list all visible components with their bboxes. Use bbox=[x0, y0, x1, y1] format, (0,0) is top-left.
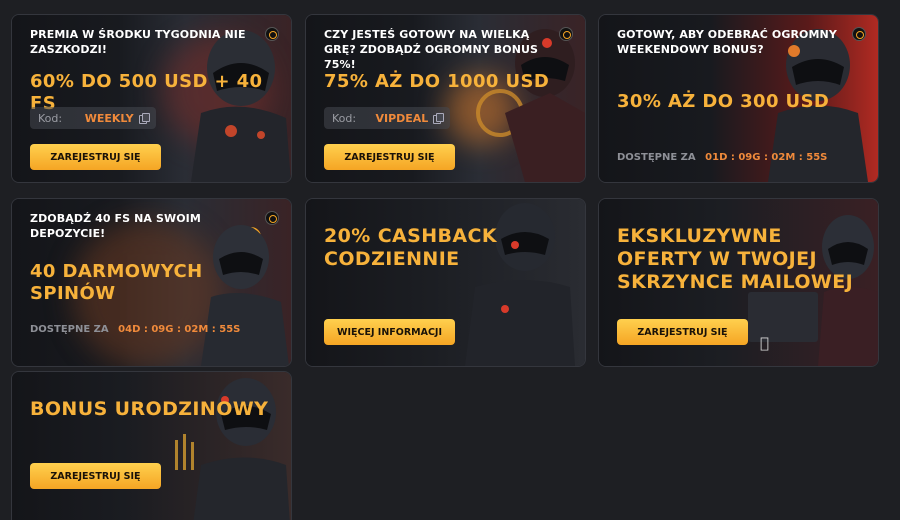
register-button[interactable]: ZAREJESTRUJ SIĘ bbox=[30, 144, 161, 170]
countdown-value: 04D : 09G : 02M : 55S bbox=[118, 324, 241, 335]
promo-card-vipdeal: CZY JESTEŚ GOTOWY NA WIELKĄ GRĘ? ZDOBĄDŹ… bbox=[305, 14, 586, 183]
promo-card-cashback: 20% CASHBACK CODZIENNIE WIĘCEJ INFORMACJ… bbox=[305, 198, 586, 367]
register-button[interactable]: ZAREJESTRUJ SIĘ bbox=[324, 144, 455, 170]
countdown-value: 01D : 09G : 02M : 55S bbox=[705, 152, 828, 163]
countdown-timer: DOSTĘPNE ZA 01D : 09G : 02M : 55S bbox=[617, 152, 827, 163]
robot-figure-illustration bbox=[465, 203, 575, 366]
countdown-label: DOSTĘPNE ZA bbox=[30, 324, 109, 335]
promo-code: VIPDEAL bbox=[375, 111, 429, 125]
card-offer-title: BONUS URODZINOWY bbox=[30, 398, 269, 420]
countdown-timer: DOSTĘPNE ZA 04D : 09G : 02M : 55S bbox=[30, 324, 240, 335]
copy-icon[interactable] bbox=[433, 113, 444, 124]
promo-code-box[interactable]: Kod: WEEKLY bbox=[30, 107, 156, 129]
copy-icon[interactable] bbox=[138, 113, 151, 124]
promo-code: WEEKLY bbox=[84, 111, 134, 125]
apple-icon:  bbox=[760, 334, 774, 352]
card-offer-title: 30% AŻ DO 300 USD bbox=[617, 91, 830, 112]
card-subtitle: CZY JESTEŚ GOTOWY NA WIELKĄ GRĘ? ZDOBĄDŹ… bbox=[324, 28, 539, 71]
countdown-label: DOSTĘPNE ZA bbox=[617, 152, 696, 163]
card-offer-title: 40 DARMOWYCH SPINÓW bbox=[30, 261, 203, 304]
register-button[interactable]: ZAREJESTRUJ SIĘ bbox=[617, 319, 748, 345]
more-info-button[interactable]: WIĘCEJ INFORMACJI bbox=[324, 319, 455, 345]
card-offer-title: 20% CASHBACK CODZIENNIE bbox=[324, 225, 497, 270]
register-button[interactable]: ZAREJESTRUJ SIĘ bbox=[30, 463, 161, 489]
promo-card-birthday: BONUS URODZINOWY ZAREJESTRUJ SIĘ bbox=[11, 371, 292, 520]
promo-card-free-spins: ZDOBĄDŹ 40 FS NA SWOIM DEPOZYCIE! 40 DAR… bbox=[11, 198, 292, 367]
robot-figure-illustration bbox=[175, 378, 290, 520]
card-offer-title: 75% AŻ DO 1000 USD bbox=[324, 71, 550, 92]
code-label: Kod: bbox=[332, 111, 357, 125]
promo-card-weekend: GOTOWY, ABY ODEBRAĆ OGROMNY WEEKENDOWY B… bbox=[598, 14, 879, 183]
promo-code-box[interactable]: Kod: VIPDEAL bbox=[324, 107, 450, 129]
card-subtitle: PREMIA W ŚRODKU TYGODNIA NIE ZASZKODZI! bbox=[30, 28, 246, 56]
code-label: Kod: bbox=[38, 111, 63, 125]
card-subtitle: ZDOBĄDŹ 40 FS NA SWOIM DEPOZYCIE! bbox=[30, 212, 201, 240]
card-offer-title: EKSKLUZYWNE OFERTY W TWOJEJ SKRZYNCE MAI… bbox=[617, 225, 854, 293]
card-subtitle: GOTOWY, ABY ODEBRAĆ OGROMNY WEEKENDOWY B… bbox=[617, 28, 837, 56]
promo-card-weekly: PREMIA W ŚRODKU TYGODNIA NIE ZASZKODZI! … bbox=[11, 14, 292, 183]
promo-card-email-offers:  EKSKLUZYWNE OFERTY W TWOJEJ SKRZYNCE M… bbox=[598, 198, 879, 367]
